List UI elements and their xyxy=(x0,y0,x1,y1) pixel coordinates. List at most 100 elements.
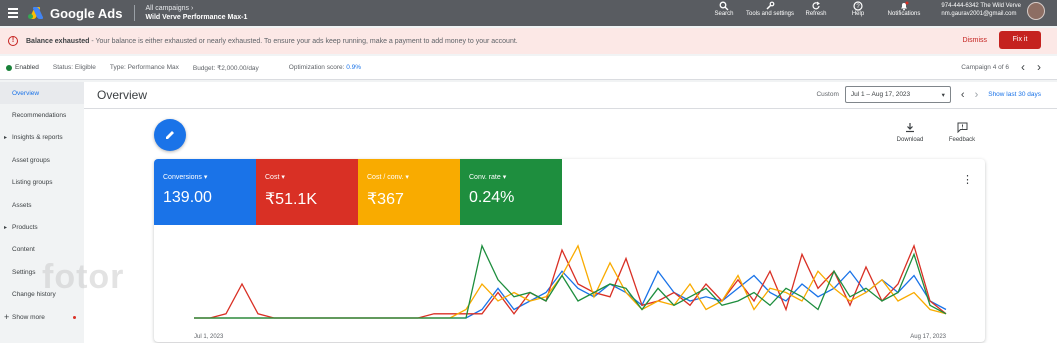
sidebar-item-label: Insights & reports xyxy=(12,134,63,142)
dropdown-arrow-icon: ▾ xyxy=(502,174,507,181)
metric-name: Conversions ▾ xyxy=(163,174,208,181)
breadcrumb-campaign-name[interactable]: Wild Verve Performance Max-1 xyxy=(145,13,247,22)
refresh-button[interactable]: Refresh xyxy=(795,0,837,26)
menu-icon[interactable] xyxy=(8,8,18,18)
tools-label: Tools and settings xyxy=(745,11,795,17)
error-icon: ! xyxy=(8,36,18,46)
performance-chart-card: Conversions ▾ 139.00 Cost ▾ ₹51.1K Cost … xyxy=(154,159,985,342)
metric-name: Conv. rate ▾ xyxy=(469,174,507,181)
page-title: Overview xyxy=(97,88,148,102)
feedback-icon xyxy=(942,122,982,137)
x-axis-start-label: Jul 1, 2023 xyxy=(194,334,224,340)
edit-fab-button[interactable] xyxy=(154,119,186,151)
campaign-budget[interactable]: Budget: ₹2,000.00/day xyxy=(193,64,259,72)
download-icon xyxy=(890,122,930,137)
metric-name: Cost / conv. ▾ xyxy=(367,174,409,181)
metric-name: Cost ▾ xyxy=(265,174,285,181)
search-icon xyxy=(719,1,729,11)
sidebar-item-overview[interactable]: Overview xyxy=(0,82,84,105)
feedback-label: Feedback xyxy=(948,137,976,143)
dismiss-button[interactable]: Dismiss xyxy=(963,37,988,44)
date-range-picker[interactable]: Jul 1 – Aug 17, 2023 ▾ xyxy=(844,86,951,103)
show-last-30-days-link[interactable]: Show last 30 days xyxy=(988,91,1041,98)
tools-and-settings-button[interactable]: Tools and settings xyxy=(745,0,795,26)
sidebar-item-label: Assets xyxy=(12,201,32,209)
sidebar-item-label: Overview xyxy=(12,89,40,97)
account-info[interactable]: 974-444-6342 The Wild Verve nm.gaurav200… xyxy=(941,2,1021,18)
metric-conversions[interactable]: Conversions ▾ 139.00 xyxy=(154,159,256,225)
help-icon: ? xyxy=(853,1,863,11)
series-line-cost[interactable] xyxy=(194,243,947,319)
notification-dot-icon xyxy=(73,315,76,319)
expand-arrow-icon: ▸ xyxy=(4,225,8,232)
metric-value: 0.24% xyxy=(469,189,515,206)
next-period-icon[interactable]: › xyxy=(975,89,979,101)
sidebar-item-listing-groups[interactable]: Listing groups xyxy=(0,172,84,194)
chevron-right-icon: › xyxy=(191,5,194,12)
status-eligible: Status: Eligible xyxy=(52,64,96,71)
metric-cost-per-conv[interactable]: Cost / conv. ▾ ₹367 xyxy=(358,159,460,225)
notifications-button[interactable]: Notifications xyxy=(879,0,929,26)
campaign-count: Campaign 4 of 6 xyxy=(961,63,1009,71)
series-line-cost-conv-[interactable] xyxy=(194,244,947,319)
divider xyxy=(134,5,136,21)
expand-arrow-icon: ▸ xyxy=(4,135,8,142)
sidebar-item-label: Content xyxy=(12,246,35,254)
chevron-left-icon[interactable]: ‹ xyxy=(1021,61,1025,73)
app-title: Google Ads xyxy=(50,5,123,21)
wrench-icon xyxy=(765,1,775,11)
notifications-label: Notifications xyxy=(887,11,921,17)
bell-icon xyxy=(899,1,909,11)
performance-line-chart: Jul 1, 2023 Aug 17, 2023 xyxy=(194,243,947,340)
download-button[interactable]: Download xyxy=(890,122,930,143)
metric-value: ₹51.1K xyxy=(265,191,317,208)
breadcrumb[interactable]: All campaigns › Wild Verve Performance M… xyxy=(145,4,247,22)
google-ads-logo[interactable] xyxy=(28,7,44,19)
alert-title: Balance exhausted xyxy=(26,37,90,45)
optimization-score-value[interactable]: 0.9% xyxy=(346,64,361,71)
metric-value: 139.00 xyxy=(163,189,212,206)
avatar[interactable] xyxy=(1027,2,1045,20)
fix-it-button[interactable]: Fix it xyxy=(999,31,1041,49)
divider xyxy=(84,108,1057,109)
campaign-type: Type: Performance Max xyxy=(109,64,179,71)
campaign-status-bar: Enabled Status: Eligible Type: Performan… xyxy=(0,56,1057,80)
search-button[interactable]: Search xyxy=(703,0,745,26)
top-tools: Search Tools and settings Refresh ? Help… xyxy=(703,0,929,26)
search-label: Search xyxy=(714,11,734,17)
download-label: Download xyxy=(896,137,924,143)
series-line-conv-rate[interactable] xyxy=(194,243,947,319)
sidebar-item-label: Settings xyxy=(12,268,36,276)
breadcrumb-all-campaigns[interactable]: All campaigns › xyxy=(145,4,247,13)
refresh-icon xyxy=(811,1,821,11)
sidebar-item-recommendations[interactable]: Recommendations xyxy=(0,104,84,126)
enabled-status-dot-icon xyxy=(6,64,12,71)
help-label: Help xyxy=(851,11,865,17)
help-button[interactable]: ? Help xyxy=(837,0,879,26)
top-bar: Google Ads All campaigns › Wild Verve Pe… xyxy=(0,0,1057,26)
optimization-score[interactable]: Optimization score: 0.9% xyxy=(289,64,361,71)
sidebar-item-show-more[interactable]: + Show more xyxy=(0,306,84,328)
plus-icon: + xyxy=(4,312,10,323)
sidebar-item-label: Listing groups xyxy=(12,179,53,187)
date-preset-label: Custom xyxy=(816,91,839,98)
account-id: 974-444-6342 The Wild Verve xyxy=(941,3,1021,9)
optimization-score-label: Optimization score: xyxy=(288,64,345,71)
dropdown-arrow-icon: ▾ xyxy=(941,91,945,99)
series-line-conversions[interactable] xyxy=(194,269,947,319)
pencil-icon xyxy=(166,131,174,139)
chevron-right-icon[interactable]: › xyxy=(1037,61,1041,73)
sidebar-item-asset-groups[interactable]: Asset groups xyxy=(0,149,84,171)
previous-period-icon[interactable]: ‹ xyxy=(961,89,965,101)
metric-conv-rate[interactable]: Conv. rate ▾ 0.24% xyxy=(460,159,562,225)
metric-value: ₹367 xyxy=(367,191,404,208)
sidebar-item-products[interactable]: ▸ Products xyxy=(0,216,84,238)
x-axis-end-label: Aug 17, 2023 xyxy=(910,334,946,340)
more-options-icon[interactable]: ⋮ xyxy=(962,173,973,186)
feedback-button[interactable]: Feedback xyxy=(942,122,982,143)
metric-cost[interactable]: Cost ▾ ₹51.1K xyxy=(256,159,358,225)
alert-message: Balance exhausted - Your balance is eith… xyxy=(26,38,518,45)
sidebar-item-insights-reports[interactable]: ▸ Insights & reports xyxy=(0,127,84,149)
campaign-enabled-toggle[interactable]: Enabled xyxy=(15,64,39,71)
sidebar-item-assets[interactable]: Assets xyxy=(0,194,84,216)
